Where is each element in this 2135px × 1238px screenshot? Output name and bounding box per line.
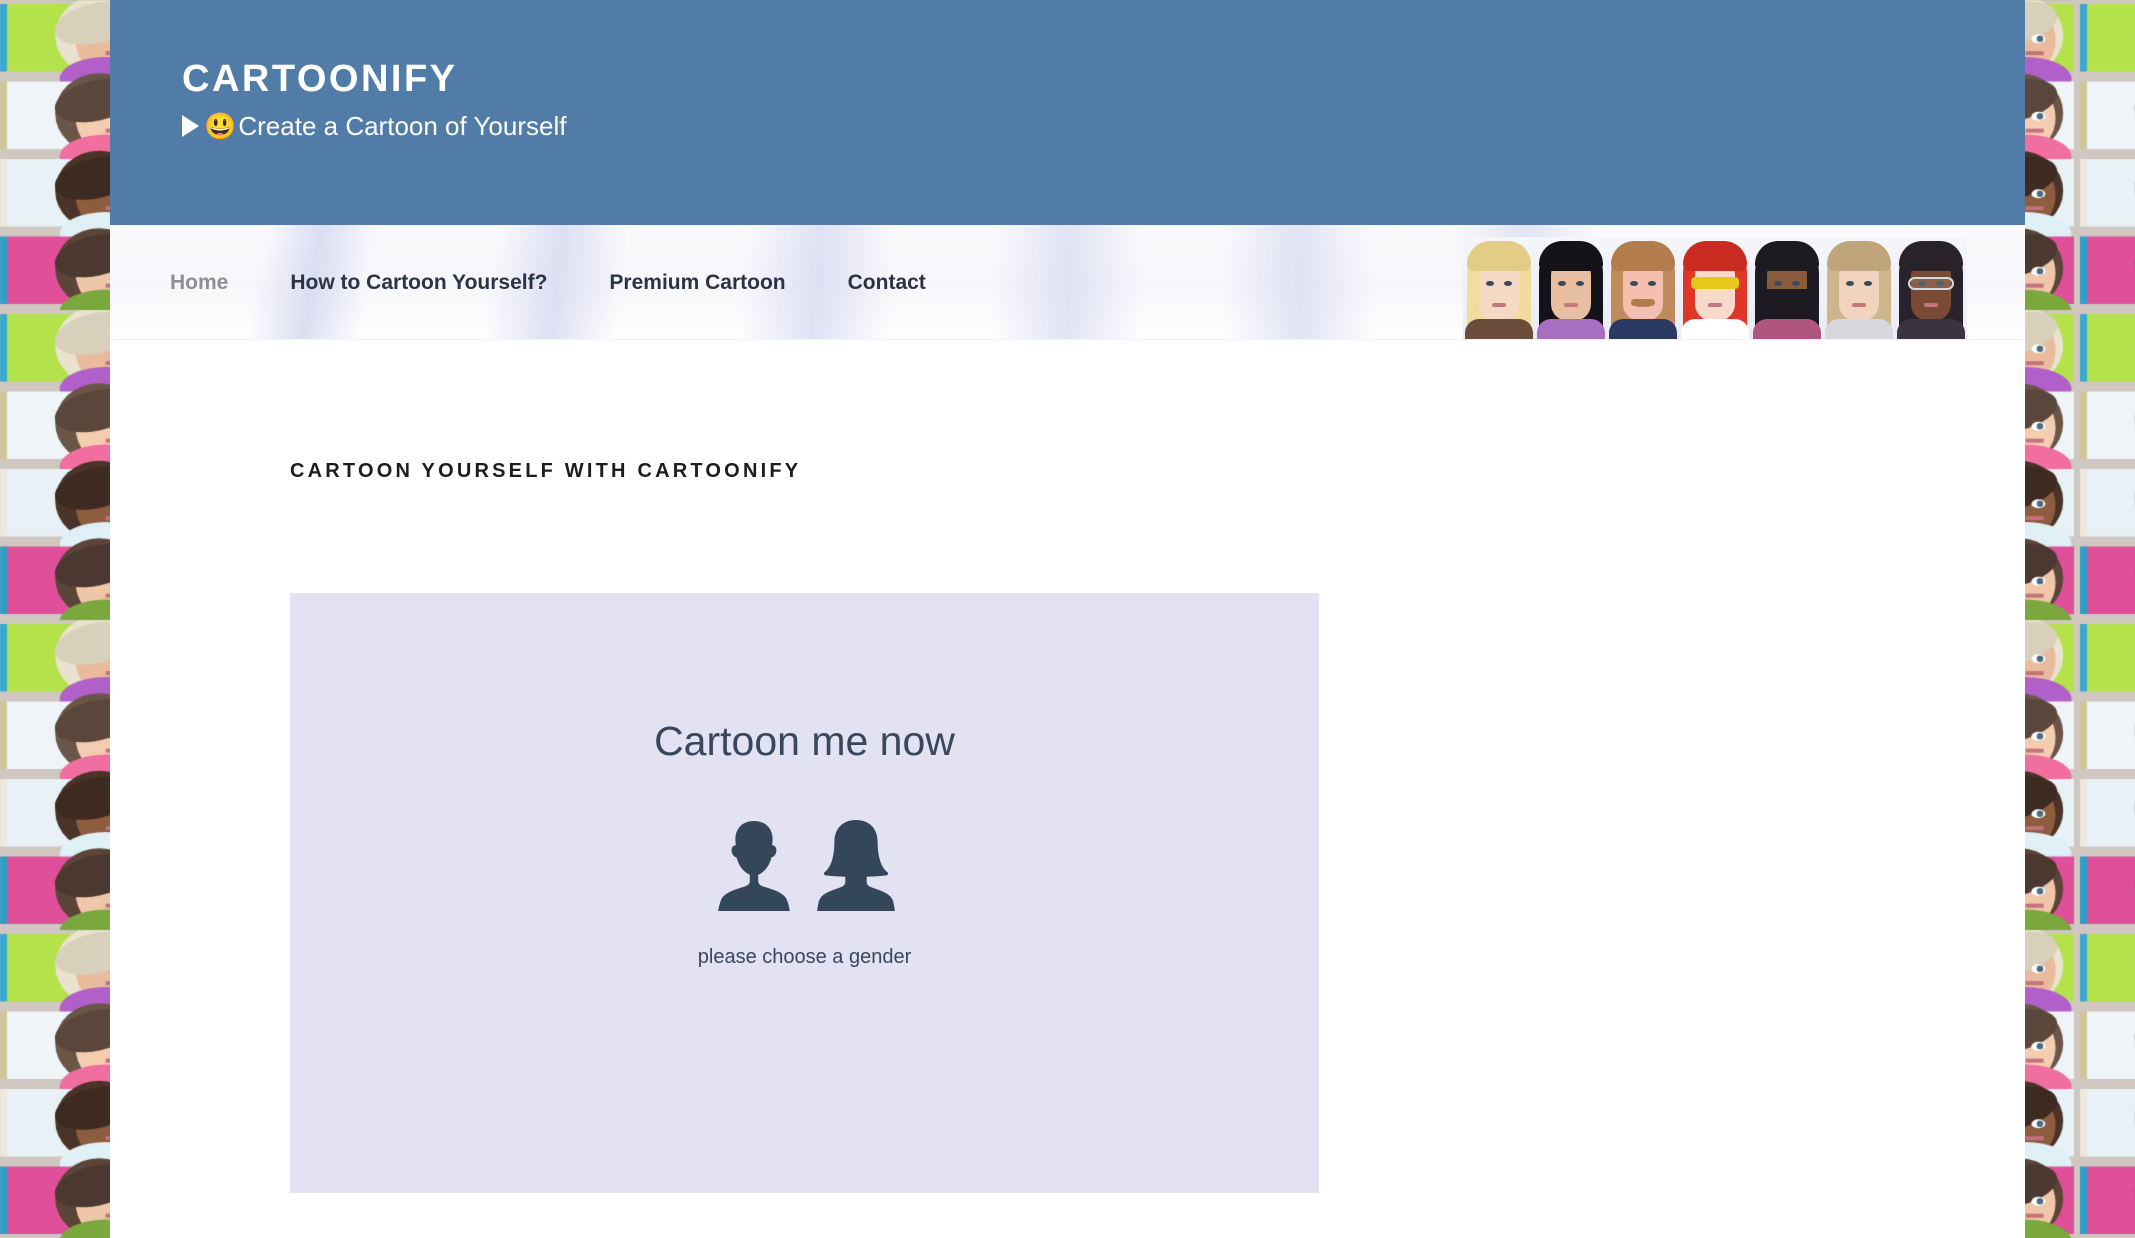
nav-item-how-to[interactable]: How to Cartoon Yourself? <box>290 271 547 295</box>
nav-links: Home How to Cartoon Yourself? Premium Ca… <box>110 225 988 339</box>
female-gender-button[interactable] <box>816 818 895 914</box>
fringe-shape <box>1467 241 1531 271</box>
mustache-shape <box>1631 299 1655 306</box>
fringe-shape <box>1755 241 1819 271</box>
sunglasses-icon <box>1691 277 1739 289</box>
right-eye <box>1576 281 1584 286</box>
blonde-woman-avatar <box>1463 237 1535 339</box>
left-eye <box>1486 281 1494 286</box>
torso-shape <box>1681 319 1749 339</box>
gender-selector <box>290 818 1319 914</box>
fringe-shape <box>1611 241 1675 271</box>
site-header: CARTOONIFY 😃 Create a Cartoon of Yoursel… <box>110 0 2025 225</box>
left-eye <box>1558 281 1566 286</box>
dark-skin-glasses-avatar <box>1895 237 1967 339</box>
red-hair-sunglasses-avatar <box>1679 237 1751 339</box>
female-silhouette-icon <box>816 820 895 911</box>
site-tagline: 😃 Create a Cartoon of Yourself <box>182 112 2025 141</box>
torso-shape <box>1825 319 1893 339</box>
left-eye <box>1774 281 1782 286</box>
main-navigation: Home How to Cartoon Yourself? Premium Ca… <box>110 225 2025 340</box>
gender-hint-text: please choose a gender <box>697 946 912 968</box>
left-eye <box>1846 281 1854 286</box>
light-brown-hair-avatar <box>1823 237 1895 339</box>
right-eye <box>1864 281 1872 286</box>
site-title: CARTOONIFY <box>182 58 458 100</box>
avatar-showcase-strip <box>1463 229 1967 339</box>
torso-shape <box>1897 319 1965 339</box>
tagline-text: Create a Cartoon of Yourself <box>238 111 567 141</box>
smiley-face-icon: 😃 <box>204 111 237 142</box>
fringe-shape <box>1683 241 1747 271</box>
mouth-shape <box>1852 303 1866 307</box>
play-triangle-icon <box>182 115 199 138</box>
right-eye <box>1648 281 1656 286</box>
black-hair-person-avatar <box>1535 237 1607 339</box>
nav-item-contact[interactable]: Contact <box>848 271 926 295</box>
bearded-man-avatar <box>1751 237 1823 339</box>
fringe-shape <box>1539 241 1603 271</box>
nav-item-premium[interactable]: Premium Cartoon <box>609 271 785 295</box>
mouth-shape <box>1564 303 1578 307</box>
left-eye <box>1630 281 1638 286</box>
male-gender-button[interactable] <box>715 818 793 914</box>
fringe-shape <box>1827 241 1891 271</box>
fringe-shape <box>1899 241 1963 271</box>
right-eye <box>1792 281 1800 286</box>
mouth-shape <box>1708 303 1722 307</box>
page-title: CARTOON YOURSELF WITH CARTOONIFY <box>290 460 802 482</box>
mouth-shape <box>1492 303 1506 307</box>
eyeglasses-icon <box>1908 277 1954 290</box>
widget-title: Cartoon me now <box>654 718 955 764</box>
torso-shape <box>1753 319 1821 339</box>
nav-item-home[interactable]: Home <box>170 271 228 295</box>
torso-shape <box>1609 319 1677 339</box>
torso-shape <box>1465 319 1533 339</box>
page-container: CARTOONIFY 😃 Create a Cartoon of Yoursel… <box>110 0 2025 1238</box>
right-eye <box>1504 281 1512 286</box>
mustache-man-avatar <box>1607 237 1679 339</box>
main-content: CARTOON YOURSELF WITH CARTOONIFY Cartoon… <box>110 340 2025 1193</box>
torso-shape <box>1537 319 1605 339</box>
male-silhouette-icon <box>717 821 790 911</box>
beard-shape <box>1763 289 1811 323</box>
mouth-shape <box>1924 303 1938 307</box>
cartoon-creator-widget: Cartoon me now please choose a gender <box>290 593 1319 1193</box>
